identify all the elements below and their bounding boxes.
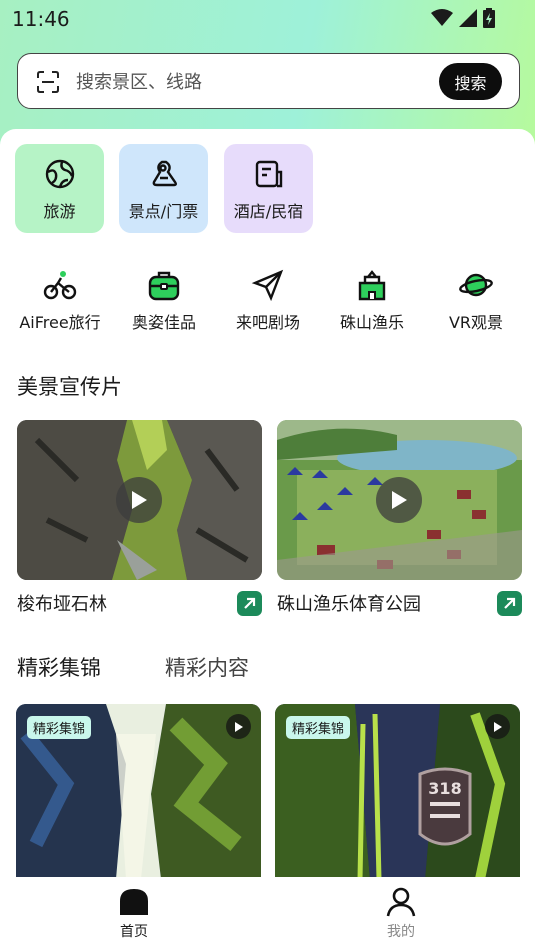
quick-link-label: 奥姿佳品 (131, 313, 196, 332)
section-title-promo: 美景宣传片 (17, 375, 122, 399)
user-icon (386, 887, 416, 917)
hotel-icon (255, 160, 282, 188)
planet-icon (459, 273, 493, 297)
play-icon (493, 721, 502, 732)
category-tickets[interactable]: 景点/门票 (119, 144, 208, 233)
open-link-button[interactable] (497, 591, 522, 616)
play-icon (234, 721, 243, 732)
home-icon (120, 889, 148, 915)
search-bar: 搜索 (17, 53, 520, 109)
status-time: 11:46 (12, 7, 70, 31)
quick-link-aifree[interactable]: AiFree旅行 (8, 269, 112, 333)
video-thumbnail[interactable] (17, 420, 262, 580)
category-label: 景点/门票 (128, 202, 199, 221)
quick-link-products[interactable]: 奥姿佳品 (112, 269, 216, 333)
quick-link-label: 硃山渔乐 (339, 313, 404, 332)
nav-home[interactable]: 首页 (94, 887, 174, 941)
clip-badge: 精彩集锦 (286, 716, 351, 739)
quick-link-vr[interactable]: VR观景 (424, 269, 528, 333)
paper-plane-icon (251, 269, 284, 301)
castle-icon (358, 270, 386, 301)
clip-badge: 精彩集锦 (27, 716, 92, 739)
bag-icon (148, 271, 180, 301)
globe-icon (45, 159, 74, 189)
clip-card[interactable]: 精彩集锦 (16, 704, 261, 877)
quick-link-label: 来吧剧场 (235, 313, 300, 332)
video-caption: 硃山渔乐体育公园 (277, 590, 522, 616)
battery-icon (483, 8, 495, 28)
bicycle-icon (43, 271, 77, 300)
nav-profile[interactable]: 我的 (361, 887, 441, 941)
search-button[interactable]: 搜索 (439, 63, 502, 100)
nav-label-profile: 我的 (387, 924, 415, 940)
arrow-up-right-icon (244, 597, 256, 609)
status-bar: 11:46 (0, 0, 535, 38)
video-title: 硃山渔乐体育公园 (277, 594, 421, 615)
video-thumbnail[interactable] (277, 420, 522, 580)
quick-link-label: AiFree旅行 (19, 313, 101, 332)
wifi-icon (431, 9, 453, 26)
category-hotel[interactable]: 酒店/民宿 (224, 144, 313, 233)
video-card-fishing-park[interactable]: 硃山渔乐体育公园 (277, 420, 522, 616)
category-label: 酒店/民宿 (233, 202, 304, 221)
play-button[interactable] (376, 477, 422, 523)
tab-content[interactable]: 精彩内容 (165, 652, 249, 682)
open-link-button[interactable] (237, 591, 262, 616)
ticket-icon (152, 160, 177, 187)
quick-link-theater[interactable]: 来吧剧场 (216, 269, 320, 333)
signal-icon (459, 9, 477, 27)
play-icon (392, 491, 407, 509)
tab-highlights[interactable]: 精彩集锦 (17, 652, 101, 682)
quick-link-fishing[interactable]: 硃山渔乐 (320, 269, 424, 333)
category-label: 旅游 (43, 202, 76, 221)
play-button[interactable] (116, 477, 162, 523)
svg-text:318: 318 (428, 779, 461, 798)
play-icon (132, 491, 147, 509)
quick-link-label: VR观景 (448, 313, 504, 332)
clip-card[interactable]: 318 精彩集锦 (275, 704, 520, 877)
bottom-nav: 首页 我的 (0, 877, 535, 951)
status-icons (431, 8, 495, 28)
video-title: 梭布垭石林 (17, 594, 107, 615)
main-content: 旅游 景点/门票 酒店/民宿 AiFree旅行 奥姿佳品 来吧剧场 硃山渔乐 V… (0, 129, 535, 877)
clip-play-button[interactable] (226, 714, 251, 739)
search-input[interactable] (76, 67, 436, 97)
video-card-stone-forest[interactable]: 梭布垭石林 (17, 420, 262, 616)
video-caption: 梭布垭石林 (17, 590, 262, 616)
category-travel[interactable]: 旅游 (15, 144, 104, 233)
arrow-up-right-icon (504, 597, 516, 609)
nav-label-home: 首页 (120, 924, 148, 940)
scan-icon[interactable] (36, 70, 60, 94)
clip-play-button[interactable] (485, 714, 510, 739)
